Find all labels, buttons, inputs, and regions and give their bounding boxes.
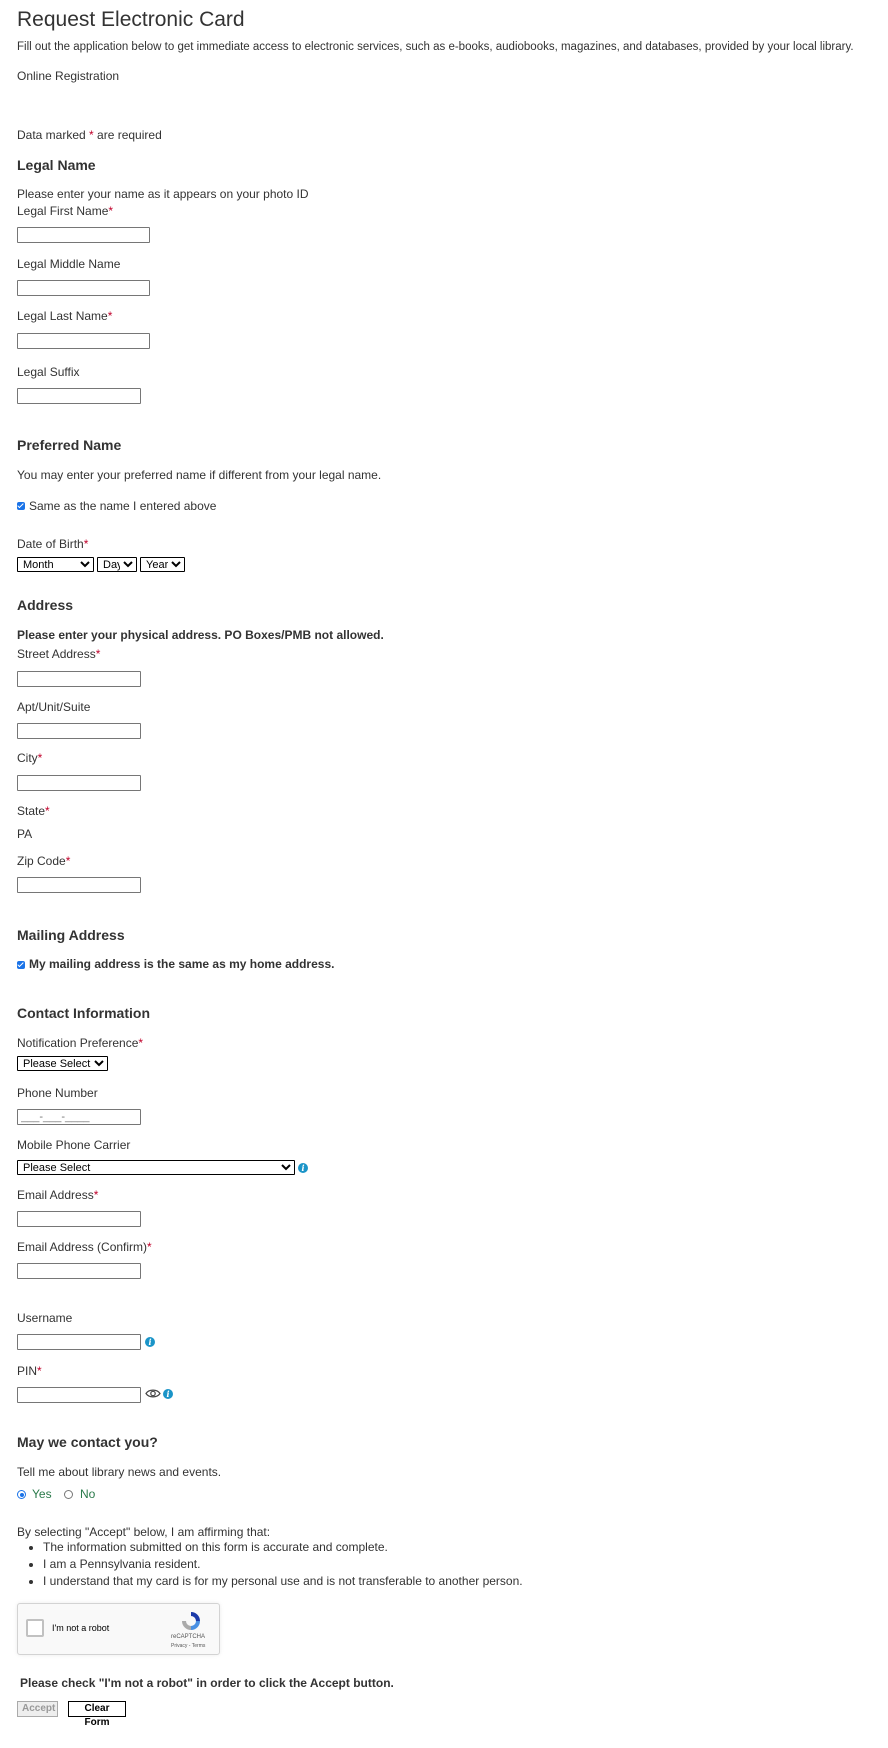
contact-pref-heading: May we contact you? — [17, 1434, 158, 1450]
accept-button[interactable]: Accept — [17, 1701, 58, 1717]
email-label: Email Address* — [17, 1188, 99, 1202]
address-heading: Address — [17, 597, 74, 613]
dob-day-select[interactable]: Day — [97, 557, 137, 572]
contact-pref-note: Tell me about library news and events. — [17, 1465, 222, 1479]
page-subtitle: Online Registration — [17, 69, 120, 83]
contact-yes-label[interactable]: Yes — [32, 1487, 52, 1501]
address-note: Please enter your physical address. PO B… — [17, 628, 384, 642]
legal-last-name-input[interactable] — [17, 333, 150, 349]
preferred-name-note: You may enter your preferred name if dif… — [17, 468, 382, 482]
contact-heading: Contact Information — [17, 1005, 150, 1021]
legal-first-name-input[interactable] — [17, 227, 150, 243]
dob-year-select[interactable]: Year — [140, 557, 185, 572]
street-address-input[interactable] — [17, 671, 141, 687]
mailing-same-label: My mailing address is the same as my hom… — [29, 957, 335, 971]
legal-name-note: Please enter your name as it appears on … — [17, 187, 309, 201]
affirm-item: I understand that my card is for my pers… — [43, 1573, 523, 1590]
recaptcha-brand: reCAPTCHA — [171, 1634, 206, 1640]
mailing-heading: Mailing Address — [17, 927, 125, 943]
eye-icon[interactable] — [145, 1388, 161, 1399]
captcha-notice: Please check "I'm not a robot" in order … — [20, 1676, 394, 1690]
recaptcha-label: I'm not a robot — [52, 1623, 110, 1633]
legal-suffix-input[interactable] — [17, 388, 141, 404]
clear-form-button[interactable]: Clear Form — [68, 1701, 126, 1728]
affirm-item: The information submitted on this form i… — [43, 1539, 523, 1556]
notification-select[interactable]: Please Select — [17, 1056, 108, 1071]
zip-label: Zip Code* — [17, 854, 71, 868]
preferred-name-heading: Preferred Name — [17, 437, 122, 453]
affirm-item: I am a Pennsylvania resident. — [43, 1556, 523, 1573]
recaptcha-links[interactable]: Privacy - Terms — [171, 1643, 205, 1649]
recaptcha-checkbox[interactable] — [26, 1619, 44, 1637]
username-info-icon[interactable]: i — [145, 1337, 155, 1347]
contact-yes-radio[interactable] — [17, 1490, 26, 1499]
email-input[interactable] — [17, 1211, 141, 1227]
state-value: PA — [17, 827, 33, 841]
apt-label: Apt/Unit/Suite — [17, 700, 91, 714]
affirm-intro: By selecting "Accept" below, I am affirm… — [17, 1525, 271, 1539]
mailing-same-checkbox[interactable] — [17, 961, 25, 969]
pin-label: PIN* — [17, 1364, 42, 1378]
notification-label: Notification Preference* — [17, 1036, 144, 1050]
page-intro: Fill out the application below to get im… — [17, 41, 854, 53]
street-address-label: Street Address* — [17, 647, 101, 661]
page-title: Request Electronic Card — [17, 8, 245, 31]
carrier-label: Mobile Phone Carrier — [17, 1138, 131, 1152]
carrier-select[interactable]: Please Select — [17, 1160, 295, 1175]
phone-input[interactable] — [17, 1109, 141, 1125]
city-input[interactable] — [17, 775, 141, 791]
contact-no-label[interactable]: No — [80, 1487, 95, 1501]
phone-label: Phone Number — [17, 1086, 98, 1100]
contact-no-radio[interactable] — [64, 1490, 73, 1499]
apt-input[interactable] — [17, 723, 141, 739]
legal-name-heading: Legal Name — [17, 157, 96, 173]
dob-month-select[interactable]: Month — [17, 557, 94, 572]
carrier-info-icon[interactable]: i — [298, 1163, 308, 1173]
email-confirm-input[interactable] — [17, 1263, 141, 1279]
username-input[interactable] — [17, 1334, 141, 1350]
zip-input[interactable] — [17, 877, 141, 893]
pin-info-icon[interactable]: i — [163, 1389, 173, 1399]
pin-input[interactable] — [17, 1387, 141, 1403]
recaptcha-widget: I'm not a robot reCAPTCHA Privacy - Term… — [17, 1603, 220, 1655]
recaptcha-logo-icon — [182, 1612, 200, 1630]
username-label: Username — [17, 1311, 73, 1325]
legal-suffix-label: Legal Suffix — [17, 365, 80, 379]
legal-last-name-label: Legal Last Name* — [17, 309, 113, 323]
legal-middle-name-label: Legal Middle Name — [17, 257, 121, 271]
legal-first-name-label: Legal First Name* — [17, 204, 114, 218]
affirm-list: The information submitted on this form i… — [19, 1539, 523, 1590]
same-name-checkbox[interactable] — [17, 502, 25, 510]
required-note: Data marked * are required — [17, 128, 162, 142]
same-name-label: Same as the name I entered above — [29, 499, 217, 513]
legal-middle-name-input[interactable] — [17, 280, 150, 296]
city-label: City* — [17, 751, 43, 765]
dob-label: Date of Birth* — [17, 537, 89, 551]
state-label: State* — [17, 804, 50, 818]
email-confirm-label: Email Address (Confirm)* — [17, 1240, 152, 1254]
